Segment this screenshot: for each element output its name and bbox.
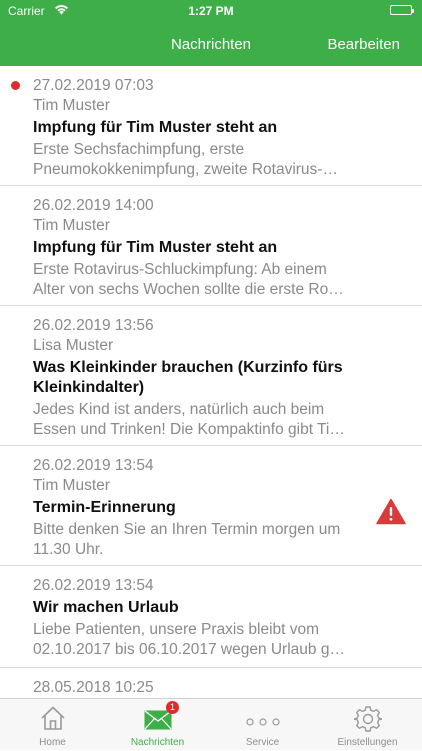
message-date: 27.02.2019 07:03 bbox=[33, 77, 154, 94]
message-preview: Erste Sechsfachimpfung, erste Pneumokokk… bbox=[33, 141, 338, 178]
status-time: 1:27 PM bbox=[188, 4, 234, 18]
list-item[interactable]: 26.02.2019 14:00 Tim Muster Impfung für … bbox=[0, 186, 422, 306]
message-date: 26.02.2019 14:00 bbox=[33, 197, 154, 214]
unread-count-badge: 1 bbox=[166, 701, 179, 714]
battery-icon bbox=[390, 5, 414, 15]
warning-icon bbox=[376, 498, 406, 525]
message-preview: Jedes Kind ist anders, natürlich auch be… bbox=[33, 401, 345, 438]
list-item[interactable]: 26.02.2019 13:54 Tim Muster Termin-Erinn… bbox=[0, 446, 422, 566]
message-sender: Tim Muster bbox=[33, 217, 110, 234]
list-item[interactable]: 26.02.2019 13:54 Wir machen Urlaub Liebe… bbox=[0, 566, 422, 668]
message-sender: Lisa Muster bbox=[33, 337, 114, 354]
top-bar: Carrier 1:27 PM Nachrichten Bearbeiten bbox=[0, 0, 422, 66]
more-dots-icon bbox=[245, 713, 280, 731]
message-preview: Liebe Patienten, unsere Praxis bleibt vo… bbox=[33, 621, 345, 658]
tab-label: Nachrichten bbox=[130, 737, 185, 748]
message-date: 28.05.2018 10:25 bbox=[33, 679, 154, 696]
envelope-icon bbox=[144, 710, 172, 735]
message-preview: Erste Rotavirus-Schluckimpfung: Ab einem… bbox=[33, 261, 344, 298]
message-title: Was Kleinkinder brauchen (Kurzinfo fürs … bbox=[33, 359, 343, 396]
unread-indicator-icon bbox=[11, 81, 20, 90]
tab-home[interactable]: Home bbox=[0, 699, 105, 751]
message-title: Impfung für Tim Muster steht an bbox=[33, 239, 278, 256]
list-item[interactable]: 26.02.2019 13:56 Lisa Muster Was Kleinki… bbox=[0, 306, 422, 446]
tab-einstellungen[interactable]: Einstellungen bbox=[315, 699, 420, 751]
status-bar: Carrier 1:27 PM bbox=[0, 0, 422, 22]
message-title: Impfung für Tim Muster steht an bbox=[33, 119, 278, 136]
list-item[interactable]: 28.05.2018 10:25 bbox=[0, 668, 422, 698]
message-sender: Tim Muster bbox=[33, 477, 110, 494]
message-title: Termin-Erinnerung bbox=[33, 499, 176, 516]
tab-label: Einstellungen bbox=[337, 737, 398, 748]
tab-bar: Home 1 Nachrichten Service Einstellungen bbox=[0, 698, 422, 750]
tab-service[interactable]: Service bbox=[210, 699, 315, 751]
message-list: 27.02.2019 07:03 Tim Muster Impfung für … bbox=[0, 66, 422, 698]
message-date: 26.02.2019 13:56 bbox=[33, 317, 154, 334]
message-date: 26.02.2019 13:54 bbox=[33, 577, 154, 594]
message-preview: Bitte denken Sie an Ihren Termin morgen … bbox=[33, 521, 341, 558]
edit-button[interactable]: Bearbeiten bbox=[327, 36, 400, 53]
message-title: Wir machen Urlaub bbox=[33, 599, 179, 616]
tab-nachrichten[interactable]: 1 Nachrichten bbox=[105, 699, 210, 751]
list-item[interactable]: 27.02.2019 07:03 Tim Muster Impfung für … bbox=[0, 66, 422, 186]
gear-icon bbox=[353, 705, 382, 738]
tab-label: Home bbox=[39, 737, 66, 748]
message-sender: Tim Muster bbox=[33, 97, 110, 114]
tab-label: Service bbox=[245, 737, 280, 748]
message-date: 26.02.2019 13:54 bbox=[33, 457, 154, 474]
home-icon bbox=[39, 705, 67, 736]
